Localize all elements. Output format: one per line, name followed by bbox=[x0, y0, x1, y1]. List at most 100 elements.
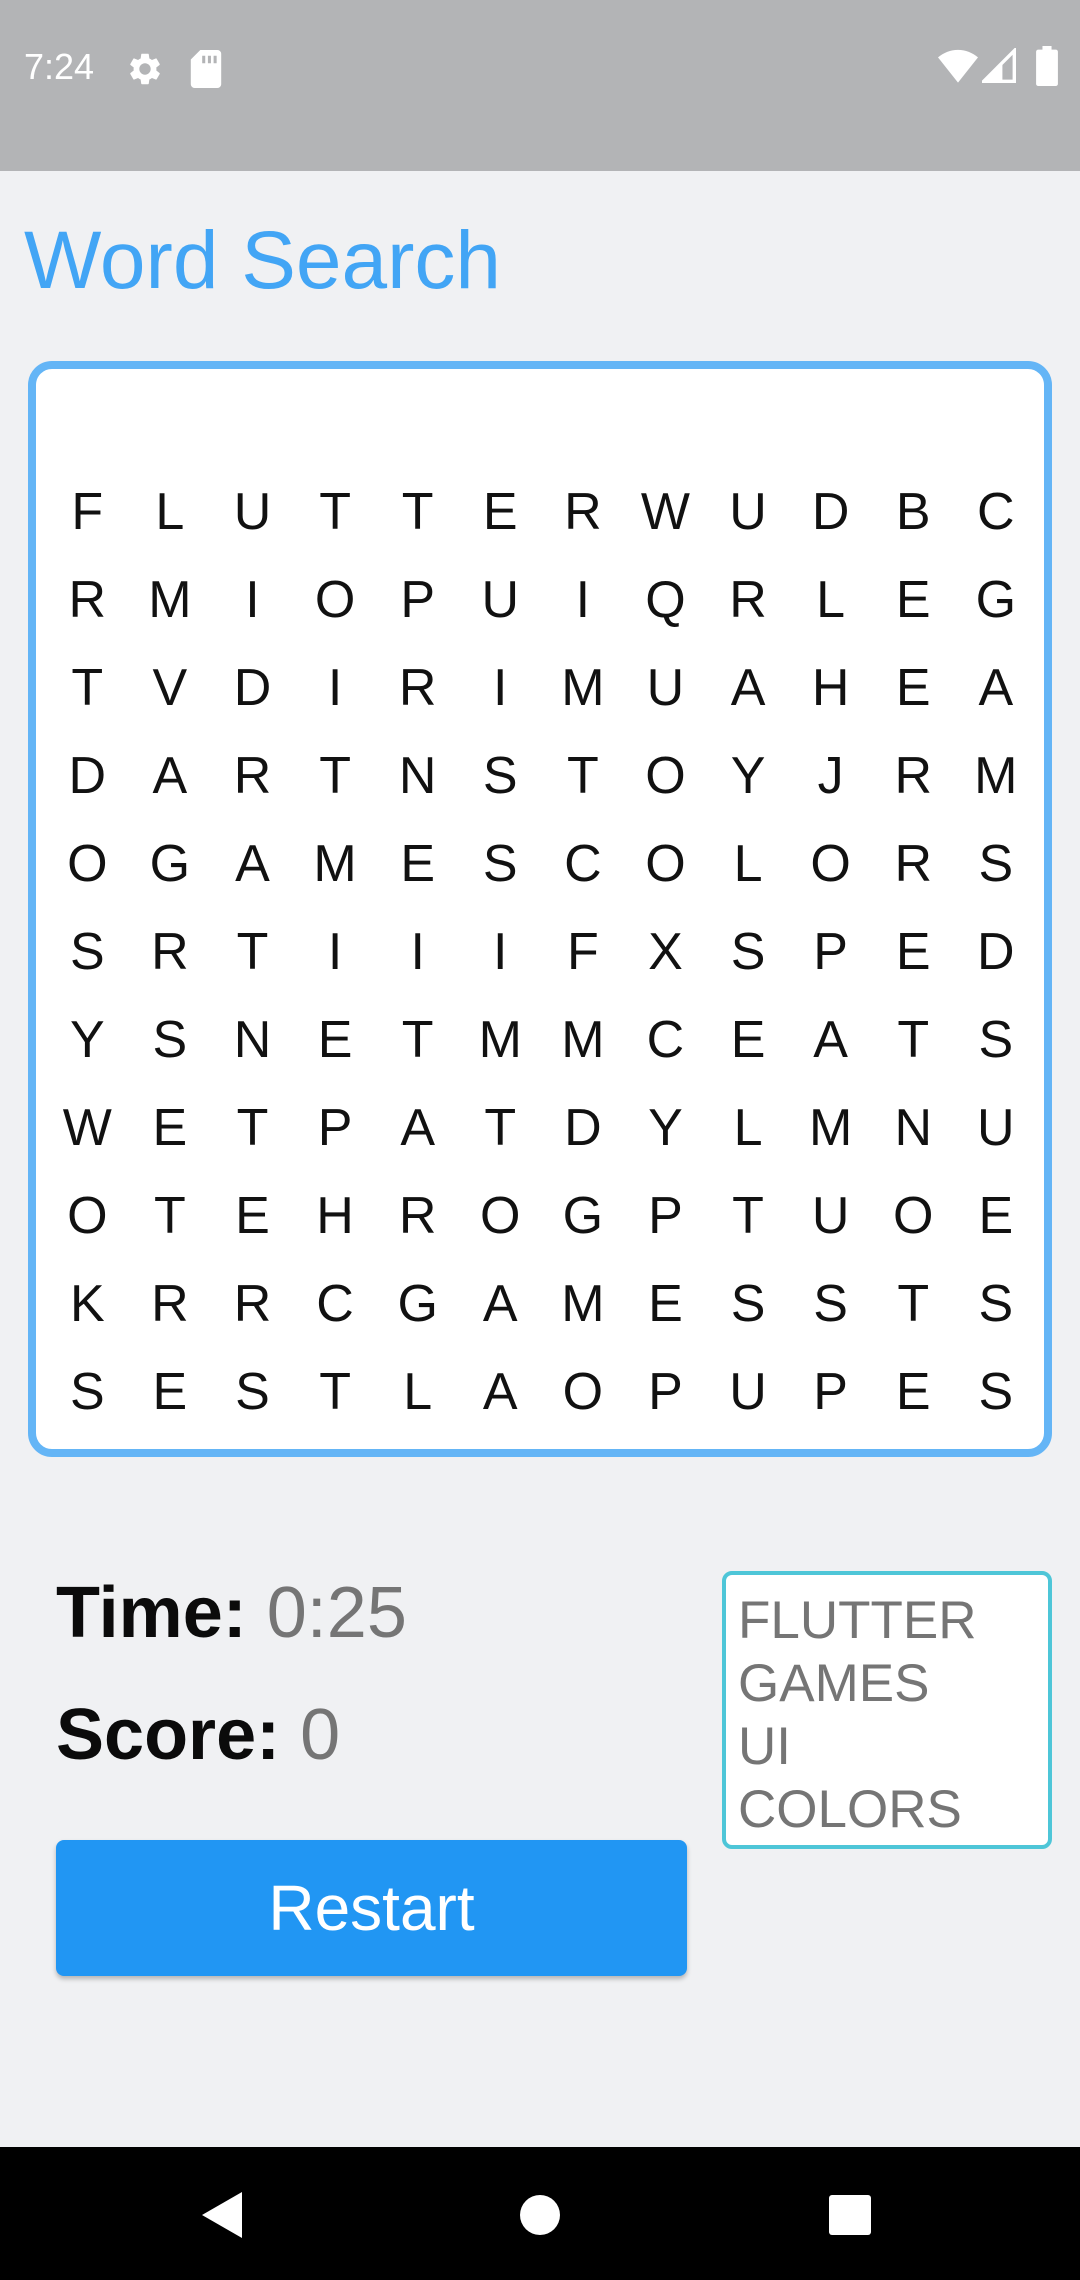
grid-cell[interactable]: O bbox=[46, 820, 129, 908]
grid-cell[interactable]: I bbox=[459, 644, 542, 732]
grid-cell[interactable]: M bbox=[294, 820, 377, 908]
grid-cell[interactable]: G bbox=[129, 820, 212, 908]
grid-cell[interactable]: A bbox=[129, 732, 212, 820]
back-icon[interactable] bbox=[202, 2192, 246, 2238]
grid-cell[interactable]: D bbox=[211, 644, 294, 732]
grid-cell[interactable]: Q bbox=[624, 556, 707, 644]
grid-cell[interactable]: U bbox=[459, 556, 542, 644]
grid-cell[interactable]: A bbox=[211, 820, 294, 908]
grid-cell[interactable]: L bbox=[129, 468, 212, 556]
grid-cell[interactable]: R bbox=[211, 732, 294, 820]
grid-cell[interactable]: E bbox=[129, 1084, 212, 1172]
grid-cell[interactable]: E bbox=[955, 1172, 1038, 1260]
grid-cell[interactable]: T bbox=[294, 468, 377, 556]
grid-cell[interactable]: D bbox=[542, 1084, 625, 1172]
grid-cell[interactable]: O bbox=[624, 820, 707, 908]
grid-cell[interactable]: P bbox=[624, 1348, 707, 1436]
grid-cell[interactable]: M bbox=[459, 996, 542, 1084]
grid-cell[interactable]: T bbox=[376, 996, 459, 1084]
grid-cell[interactable]: D bbox=[955, 908, 1038, 996]
grid-cell[interactable]: E bbox=[376, 820, 459, 908]
grid-cell[interactable]: J bbox=[789, 732, 872, 820]
grid-cell[interactable]: T bbox=[376, 468, 459, 556]
grid-cell[interactable]: S bbox=[955, 996, 1038, 1084]
grid-cell[interactable]: D bbox=[789, 468, 872, 556]
word-grid[interactable]: FLUTTERWUDBCRMIOPUIQRLEGTVDIRIMUAHEADART… bbox=[46, 468, 1038, 1436]
grid-cell[interactable]: H bbox=[789, 644, 872, 732]
grid-cell[interactable]: C bbox=[294, 1260, 377, 1348]
grid-cell[interactable]: R bbox=[129, 908, 212, 996]
grid-cell[interactable]: A bbox=[376, 1084, 459, 1172]
grid-cell[interactable]: S bbox=[707, 908, 790, 996]
grid-cell[interactable]: C bbox=[955, 468, 1038, 556]
grid-cell[interactable]: N bbox=[376, 732, 459, 820]
grid-cell[interactable]: R bbox=[376, 644, 459, 732]
grid-cell[interactable]: R bbox=[376, 1172, 459, 1260]
grid-cell[interactable]: Y bbox=[707, 732, 790, 820]
grid-cell[interactable]: S bbox=[955, 1348, 1038, 1436]
grid-cell[interactable]: V bbox=[129, 644, 212, 732]
restart-button[interactable]: Restart bbox=[56, 1840, 687, 1976]
grid-cell[interactable]: R bbox=[46, 556, 129, 644]
grid-cell[interactable]: N bbox=[211, 996, 294, 1084]
grid-cell[interactable]: M bbox=[789, 1084, 872, 1172]
grid-cell[interactable]: M bbox=[129, 556, 212, 644]
grid-cell[interactable]: U bbox=[211, 468, 294, 556]
recents-icon[interactable] bbox=[829, 2195, 871, 2235]
grid-cell[interactable]: B bbox=[872, 468, 955, 556]
grid-cell[interactable]: S bbox=[211, 1348, 294, 1436]
grid-cell[interactable]: P bbox=[789, 1348, 872, 1436]
grid-cell[interactable]: E bbox=[624, 1260, 707, 1348]
grid-cell[interactable]: T bbox=[129, 1172, 212, 1260]
grid-cell[interactable]: T bbox=[211, 1084, 294, 1172]
grid-cell[interactable]: G bbox=[376, 1260, 459, 1348]
grid-cell[interactable]: R bbox=[211, 1260, 294, 1348]
grid-cell[interactable]: I bbox=[211, 556, 294, 644]
grid-cell[interactable]: R bbox=[872, 820, 955, 908]
grid-cell[interactable]: U bbox=[624, 644, 707, 732]
grid-cell[interactable]: M bbox=[542, 644, 625, 732]
grid-cell[interactable]: M bbox=[542, 1260, 625, 1348]
grid-cell[interactable]: E bbox=[872, 1348, 955, 1436]
grid-cell[interactable]: T bbox=[872, 1260, 955, 1348]
grid-cell[interactable]: P bbox=[294, 1084, 377, 1172]
grid-cell[interactable]: I bbox=[459, 908, 542, 996]
grid-cell[interactable]: H bbox=[294, 1172, 377, 1260]
grid-cell[interactable]: O bbox=[789, 820, 872, 908]
grid-cell[interactable]: E bbox=[707, 996, 790, 1084]
grid-cell[interactable]: C bbox=[624, 996, 707, 1084]
grid-cell[interactable]: S bbox=[129, 996, 212, 1084]
grid-cell[interactable]: R bbox=[707, 556, 790, 644]
grid-cell[interactable]: S bbox=[789, 1260, 872, 1348]
grid-cell[interactable]: T bbox=[707, 1172, 790, 1260]
grid-cell[interactable]: G bbox=[955, 556, 1038, 644]
grid-cell[interactable]: L bbox=[376, 1348, 459, 1436]
grid-cell[interactable]: X bbox=[624, 908, 707, 996]
grid-cell[interactable]: A bbox=[459, 1260, 542, 1348]
grid-cell[interactable]: O bbox=[872, 1172, 955, 1260]
grid-cell[interactable]: A bbox=[707, 644, 790, 732]
grid-cell[interactable]: T bbox=[459, 1084, 542, 1172]
grid-cell[interactable]: A bbox=[789, 996, 872, 1084]
grid-cell[interactable]: L bbox=[789, 556, 872, 644]
grid-cell[interactable]: S bbox=[955, 820, 1038, 908]
grid-cell[interactable]: R bbox=[129, 1260, 212, 1348]
grid-cell[interactable]: R bbox=[872, 732, 955, 820]
grid-cell[interactable]: K bbox=[46, 1260, 129, 1348]
grid-cell[interactable]: R bbox=[542, 468, 625, 556]
grid-cell[interactable]: E bbox=[872, 644, 955, 732]
grid-cell[interactable]: O bbox=[46, 1172, 129, 1260]
grid-cell[interactable]: A bbox=[459, 1348, 542, 1436]
grid-cell[interactable]: L bbox=[707, 1084, 790, 1172]
grid-cell[interactable]: T bbox=[211, 908, 294, 996]
grid-cell[interactable]: W bbox=[624, 468, 707, 556]
grid-cell[interactable]: T bbox=[294, 732, 377, 820]
grid-cell[interactable]: S bbox=[46, 908, 129, 996]
grid-cell[interactable]: S bbox=[459, 732, 542, 820]
grid-cell[interactable]: U bbox=[707, 1348, 790, 1436]
grid-cell[interactable]: S bbox=[707, 1260, 790, 1348]
grid-cell[interactable]: E bbox=[211, 1172, 294, 1260]
grid-cell[interactable]: T bbox=[294, 1348, 377, 1436]
grid-cell[interactable]: F bbox=[542, 908, 625, 996]
grid-cell[interactable]: S bbox=[955, 1260, 1038, 1348]
